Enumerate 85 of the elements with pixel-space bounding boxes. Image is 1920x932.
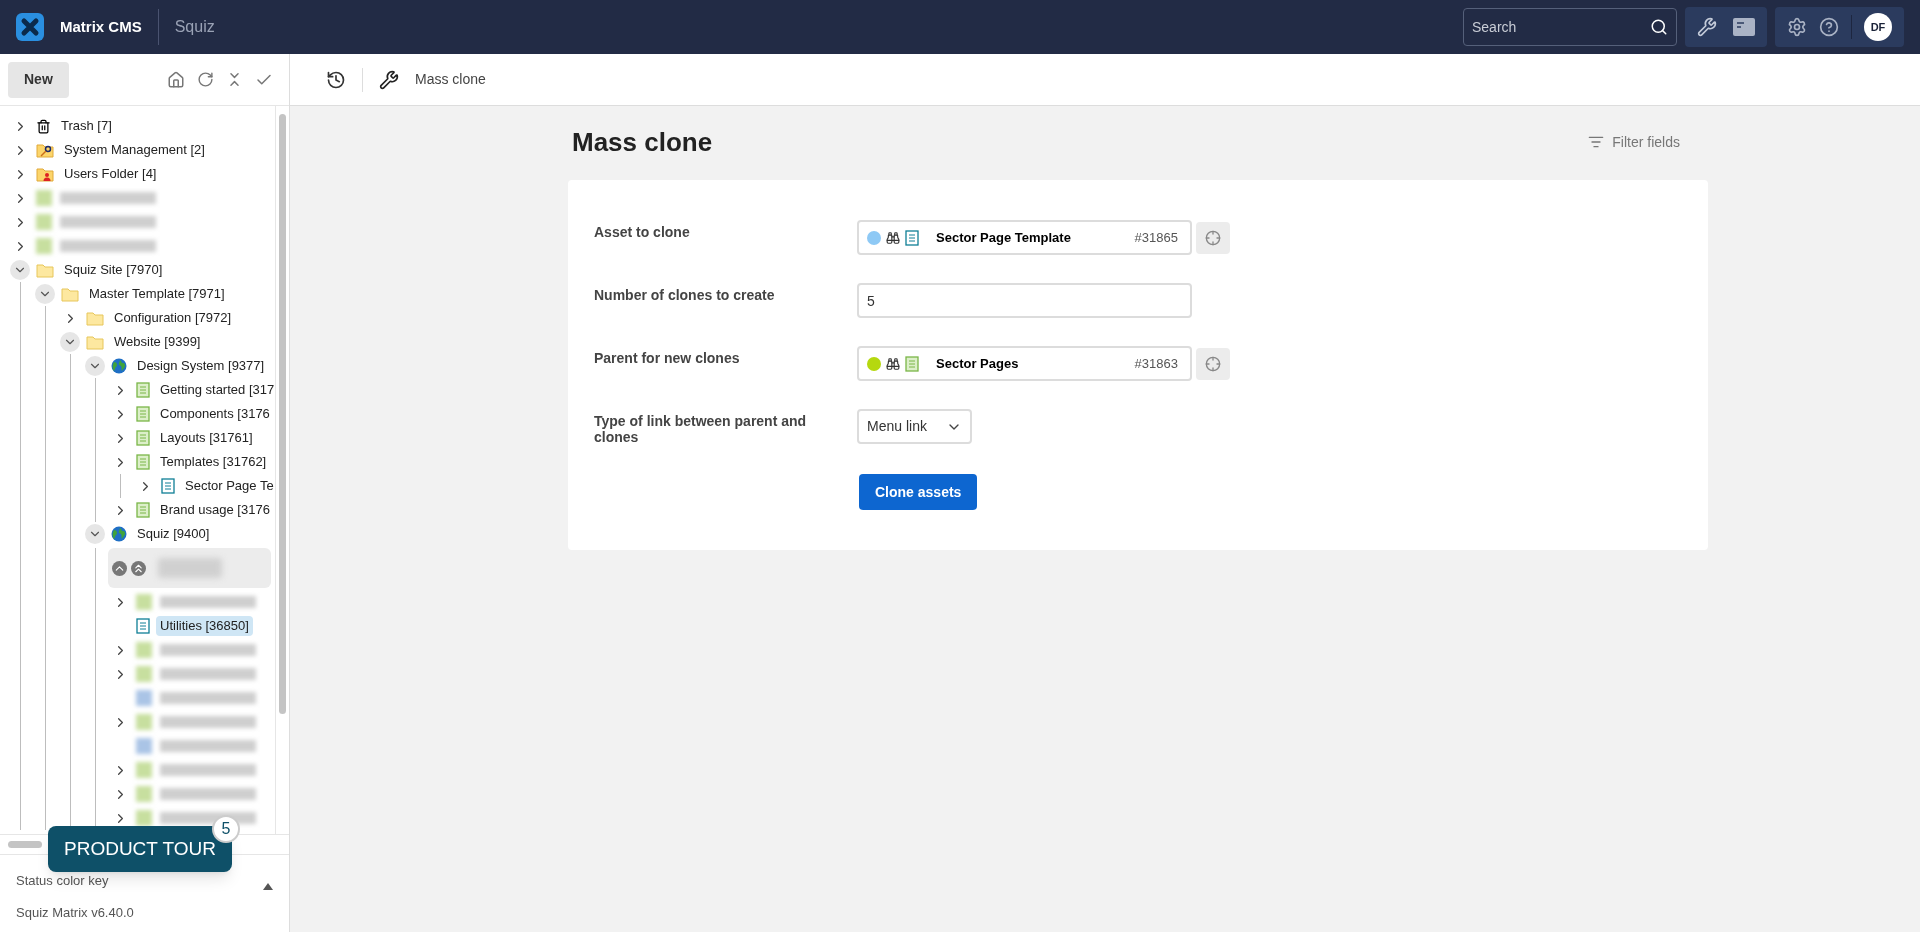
tree-item-label[interactable]: Squiz [9400] <box>133 524 214 544</box>
tree-item-label[interactable]: Utilities [36850] <box>156 616 253 636</box>
wrench-icon[interactable] <box>1697 17 1717 37</box>
document-icon <box>136 382 150 398</box>
search-field[interactable]: Search <box>1463 8 1677 46</box>
folder-icon <box>36 262 54 278</box>
clone-assets-button[interactable]: Clone assets <box>859 474 978 510</box>
document-icon <box>136 406 150 422</box>
field-label: Parent for new clones <box>593 349 741 366</box>
binoculars-icon <box>886 230 900 245</box>
refresh-icon[interactable] <box>197 71 214 88</box>
crosshair-icon <box>1205 229 1221 246</box>
toolbar-title: Mass clone <box>415 70 486 89</box>
filter-icon <box>1588 134 1605 150</box>
home-icon[interactable] <box>167 70 185 89</box>
tree-item-label[interactable]: Layouts [31761] <box>156 428 257 448</box>
asset-name: Sector Page Template <box>936 228 1071 247</box>
settings-icon[interactable] <box>1787 17 1807 37</box>
tree-item-label[interactable]: Components [3176 <box>156 404 274 424</box>
trash-icon <box>36 118 51 134</box>
tree-item-label[interactable]: Configuration [7972] <box>110 308 236 328</box>
collapse-chevron-icon[interactable] <box>35 284 55 304</box>
scroll-up-icon[interactable] <box>112 560 127 576</box>
collapse-chevron-icon[interactable] <box>85 356 105 376</box>
panel-icon[interactable] <box>1733 18 1755 36</box>
horizontal-scrollbar[interactable] <box>8 841 42 848</box>
link-type-select[interactable]: Menu link <box>857 409 972 444</box>
document-icon <box>136 618 150 634</box>
filter-fields-button[interactable]: Filter fields <box>1588 131 1680 153</box>
search-icon[interactable] <box>1650 18 1668 36</box>
asset-name: Sector Pages <box>936 354 1019 373</box>
document-icon <box>136 502 150 518</box>
number-input[interactable]: 5 <box>857 283 1192 318</box>
folder-key-icon <box>36 142 54 158</box>
collapse-chevron-icon[interactable] <box>10 260 30 280</box>
asset-id: #31865 <box>1134 228 1178 247</box>
tree-item-label[interactable]: Master Template [7971] <box>85 284 229 304</box>
blurred-text <box>158 558 222 578</box>
field-label: Asset to clone <box>593 223 691 240</box>
tree-item-label[interactable]: Design System [9377] <box>133 356 269 376</box>
asset-picker-field[interactable]: Sector Pages #31863 <box>857 346 1192 381</box>
tree-item-label[interactable]: Trash [7] <box>57 116 116 136</box>
asset-picker-field[interactable]: Sector Page Template #31865 <box>857 220 1192 255</box>
globe-icon <box>111 526 127 542</box>
tree-item-label[interactable]: Getting started [317 <box>156 380 275 400</box>
scrollbar[interactable] <box>275 106 289 834</box>
locate-button[interactable] <box>1196 221 1230 254</box>
status-color-key[interactable]: Status color key <box>16 870 109 890</box>
help-icon[interactable] <box>1819 17 1839 37</box>
user-avatar[interactable]: DF <box>1864 13 1892 41</box>
globe-icon <box>111 358 127 374</box>
document-icon <box>905 229 919 246</box>
expand-triangle-icon[interactable] <box>263 883 273 890</box>
page-title: Mass clone <box>572 125 713 159</box>
folder-icon <box>86 334 104 350</box>
app-logo-icon[interactable] <box>16 13 44 41</box>
tree-item-label[interactable]: Sector Page Te <box>181 476 275 496</box>
tree-item-label[interactable]: Squiz Site [7970] <box>60 260 167 280</box>
version-text: Squiz Matrix v6.40.0 <box>16 904 134 923</box>
document-icon <box>136 430 150 446</box>
folder-user-icon <box>36 166 54 182</box>
wrench-icon <box>379 69 399 90</box>
crosshair-icon <box>1205 355 1221 372</box>
scroll-top-icon[interactable] <box>131 560 146 576</box>
tree-item-label[interactable]: Templates [31762] <box>156 452 271 472</box>
site-name[interactable]: Squiz <box>174 15 215 39</box>
field-label: Type of link between parent and clones <box>593 412 808 445</box>
folder-icon <box>86 310 104 326</box>
asset-id: #31863 <box>1134 354 1178 373</box>
tree-item-label[interactable]: Brand usage [3176 <box>156 500 274 520</box>
collapse-chevron-icon[interactable] <box>60 332 80 352</box>
collapse-chevron-icon[interactable] <box>85 524 105 544</box>
tree-item-label[interactable]: System Management [2] <box>60 140 209 160</box>
binoculars-icon <box>886 356 900 371</box>
app-name[interactable]: Matrix CMS <box>60 15 142 39</box>
locate-button[interactable] <box>1196 347 1230 380</box>
field-label: Number of clones to create <box>593 286 776 303</box>
document-icon <box>905 355 919 372</box>
document-icon <box>161 478 175 494</box>
new-button[interactable]: New <box>8 61 69 98</box>
tree-item-label[interactable]: Website [9399] <box>110 332 205 352</box>
document-icon <box>136 454 150 470</box>
history-icon[interactable] <box>326 69 346 90</box>
tree-item-label[interactable]: Users Folder [4] <box>60 164 161 184</box>
folder-icon <box>61 286 79 302</box>
